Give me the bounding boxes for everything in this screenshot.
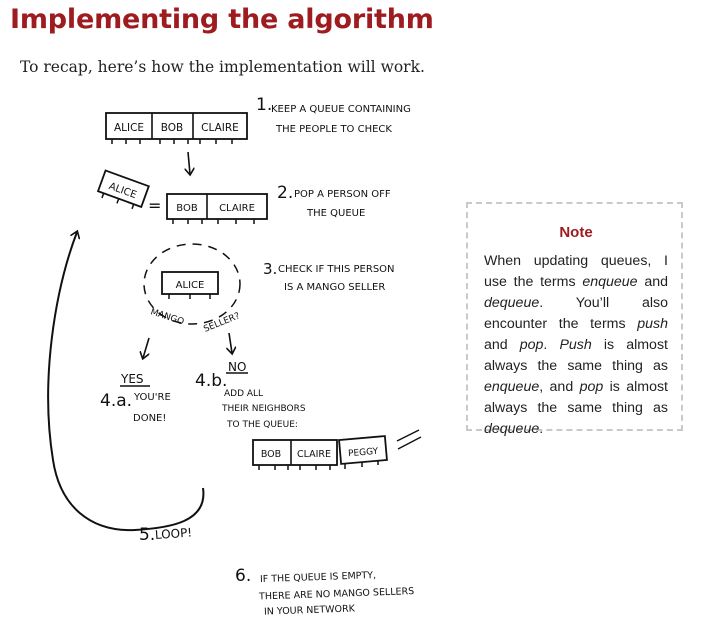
- intro-text: To recap, here’s how the implementation …: [20, 58, 425, 76]
- svg-text:LOOP!: LOOP!: [154, 525, 192, 542]
- svg-text:NO: NO: [228, 360, 246, 374]
- arrow-no: [229, 332, 232, 353]
- term-dequeue: dequeue: [484, 421, 540, 437]
- svg-text:POP A PERSON OFF: POP A PERSON OFF: [294, 189, 391, 200]
- queue-with-neighbors-item: PEGGY: [348, 447, 379, 460]
- svg-text:THEIR NEIGHBORS: THEIR NEIGHBORS: [221, 404, 306, 414]
- arrow-down-1: [188, 151, 190, 174]
- term-pop: pop: [519, 337, 544, 353]
- step-4b-label: NO 4.b. ADD ALL THEIR NEIGHBORS TO THE Q…: [195, 360, 306, 430]
- svg-text:DONE!: DONE!: [133, 413, 166, 424]
- check-person-name: ALICE: [176, 280, 205, 291]
- svg-text:ALICE: ALICE: [107, 181, 138, 201]
- svg-text:IN YOUR NETWORK: IN YOUR NETWORK: [264, 603, 356, 617]
- svg-text:THERE ARE NO MANGO SELLERS: THERE ARE NO MANGO SELLERS: [258, 586, 415, 602]
- note-title: Note: [559, 224, 593, 241]
- svg-text:ADD ALL: ADD ALL: [224, 389, 263, 399]
- term-dequeue: dequeue: [484, 295, 540, 311]
- queue-after-pop-item: CLAIRE: [219, 203, 255, 214]
- term-push: push: [637, 316, 668, 332]
- svg-text:IS A MANGO SELLER: IS A MANGO SELLER: [284, 282, 385, 293]
- bfs-algorithm-diagram: ALICE BOB CLAIRE 1. KEEP A QUEUE CONTAIN…: [47, 95, 422, 618]
- arrow-yes: [143, 337, 150, 358]
- page-heading: Implementing the algorithm: [10, 4, 434, 35]
- note-box: Note When updating queues, I use the ter…: [466, 202, 683, 437]
- term-push: Push: [559, 337, 592, 353]
- step-4a-label: YES 4.a. YOU'RE DONE!: [100, 372, 171, 424]
- svg-text:4.b.: 4.b.: [195, 371, 227, 391]
- term-enqueue: enqueue: [582, 274, 638, 290]
- svg-text:KEEP A QUEUE CONTAINING: KEEP A QUEUE CONTAINING: [271, 104, 411, 115]
- svg-text:YOU'RE: YOU'RE: [133, 392, 171, 403]
- svg-text:THE PEOPLE TO CHECK: THE PEOPLE TO CHECK: [275, 124, 392, 135]
- mango-label: MANGO: [149, 307, 185, 327]
- svg-text:6.: 6.: [235, 566, 251, 586]
- term-enqueue: enqueue: [484, 379, 540, 395]
- svg-text:4.a.: 4.a.: [100, 391, 132, 411]
- svg-text:3.: 3.: [263, 260, 277, 278]
- step-5-label: 5. LOOP!: [139, 525, 193, 545]
- queue-with-neighbors: BOB CLAIRE PEGGY: [252, 429, 422, 470]
- step-2-label: 2. POP A PERSON OFF THE QUEUE: [277, 183, 391, 219]
- svg-text:IF THE QUEUE IS EMPTY,: IF THE QUEUE IS EMPTY,: [260, 570, 376, 585]
- popped-person: ALICE: [96, 169, 150, 210]
- queue-initial-item: ALICE: [114, 122, 144, 134]
- svg-text:CHECK IF THIS PERSON: CHECK IF THIS PERSON: [278, 264, 395, 275]
- svg-text:1.: 1.: [256, 95, 272, 115]
- pop-equals-sign: =: [148, 196, 161, 215]
- step-6-label: 6. IF THE QUEUE IS EMPTY, THERE ARE NO M…: [235, 566, 414, 618]
- queue-initial-item: BOB: [161, 122, 184, 134]
- svg-text:THE QUEUE: THE QUEUE: [306, 208, 365, 219]
- svg-text:5.: 5.: [139, 525, 155, 545]
- queue-after-pop-item: BOB: [176, 203, 198, 214]
- queue-after-pop: BOB CLAIRE: [166, 193, 268, 224]
- queue-with-neighbors-item: CLAIRE: [297, 449, 331, 460]
- note-body: When updating queues, I use the terms en…: [484, 253, 669, 437]
- queue-initial: ALICE BOB CLAIRE: [105, 112, 248, 144]
- svg-text:2.: 2.: [277, 183, 293, 203]
- step-1-label: 1. KEEP A QUEUE CONTAINING THE PEOPLE TO…: [256, 95, 411, 135]
- svg-text:YES: YES: [120, 372, 144, 386]
- step-3-label: 3. CHECK IF THIS PERSON IS A MANGO SELLE…: [263, 260, 395, 293]
- term-pop: pop: [579, 379, 604, 395]
- queue-initial-item: CLAIRE: [201, 122, 239, 134]
- queue-with-neighbors-item: BOB: [261, 449, 281, 460]
- svg-text:TO THE QUEUE:: TO THE QUEUE:: [226, 420, 298, 430]
